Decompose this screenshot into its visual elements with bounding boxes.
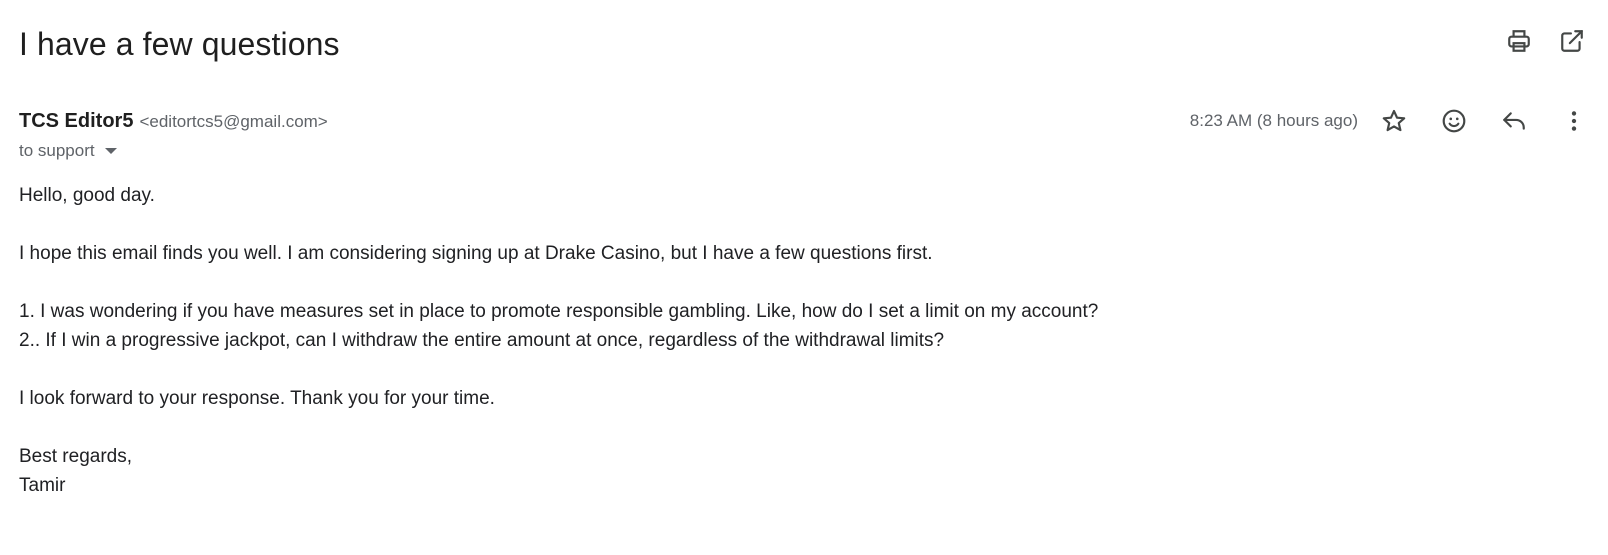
sender-email: <editortcs5@gmail.com> (139, 112, 328, 131)
subject-actions (1505, 27, 1586, 55)
recipient-label: to support (19, 141, 95, 160)
recipient-details-toggle[interactable]: to support (19, 141, 118, 161)
email-subject: I have a few questions (19, 26, 340, 62)
body-blank-line (19, 268, 1539, 297)
star-button[interactable] (1380, 107, 1408, 135)
sender-name[interactable]: TCS Editor5 (19, 110, 133, 133)
body-blank-line (19, 413, 1539, 442)
open-in-new-window-button[interactable] (1558, 27, 1586, 55)
email-view: I have a few questions TCS Editor5 <edit… (0, 0, 1608, 555)
add-reaction-button[interactable] (1440, 107, 1468, 135)
star-icon (1382, 109, 1406, 132)
caret-down-icon (104, 147, 118, 155)
print-button[interactable] (1505, 27, 1533, 55)
email-body: Hello, good day. I hope this email finds… (19, 181, 1539, 500)
body-line: 2.. If I win a progressive jackpot, can … (19, 330, 945, 351)
body-line: I hope this email finds you well. I am c… (19, 243, 933, 264)
emoji-reaction-icon (1442, 109, 1466, 133)
open-in-new-window-icon (1561, 30, 1583, 52)
body-line: 1. I was wondering if you have measures … (19, 301, 1099, 322)
message-actions: 8:23 AM (8 hours ago) (1190, 107, 1588, 135)
body-blank-line (19, 355, 1539, 384)
print-icon (1508, 30, 1530, 52)
body-line: Tamir (19, 475, 66, 496)
body-line: Best regards, (19, 446, 132, 467)
reply-icon (1503, 112, 1525, 130)
reply-button[interactable] (1500, 107, 1528, 135)
sender-line: TCS Editor5 <editortcs5@gmail.com> (19, 110, 328, 136)
body-blank-line (19, 210, 1539, 239)
body-line: I look forward to your response. Thank y… (19, 388, 495, 409)
body-line: Hello, good day. (19, 185, 155, 206)
more-options-button[interactable] (1560, 107, 1588, 135)
more-vert-icon (1571, 111, 1577, 131)
message-timestamp: 8:23 AM (8 hours ago) (1189, 111, 1358, 130)
